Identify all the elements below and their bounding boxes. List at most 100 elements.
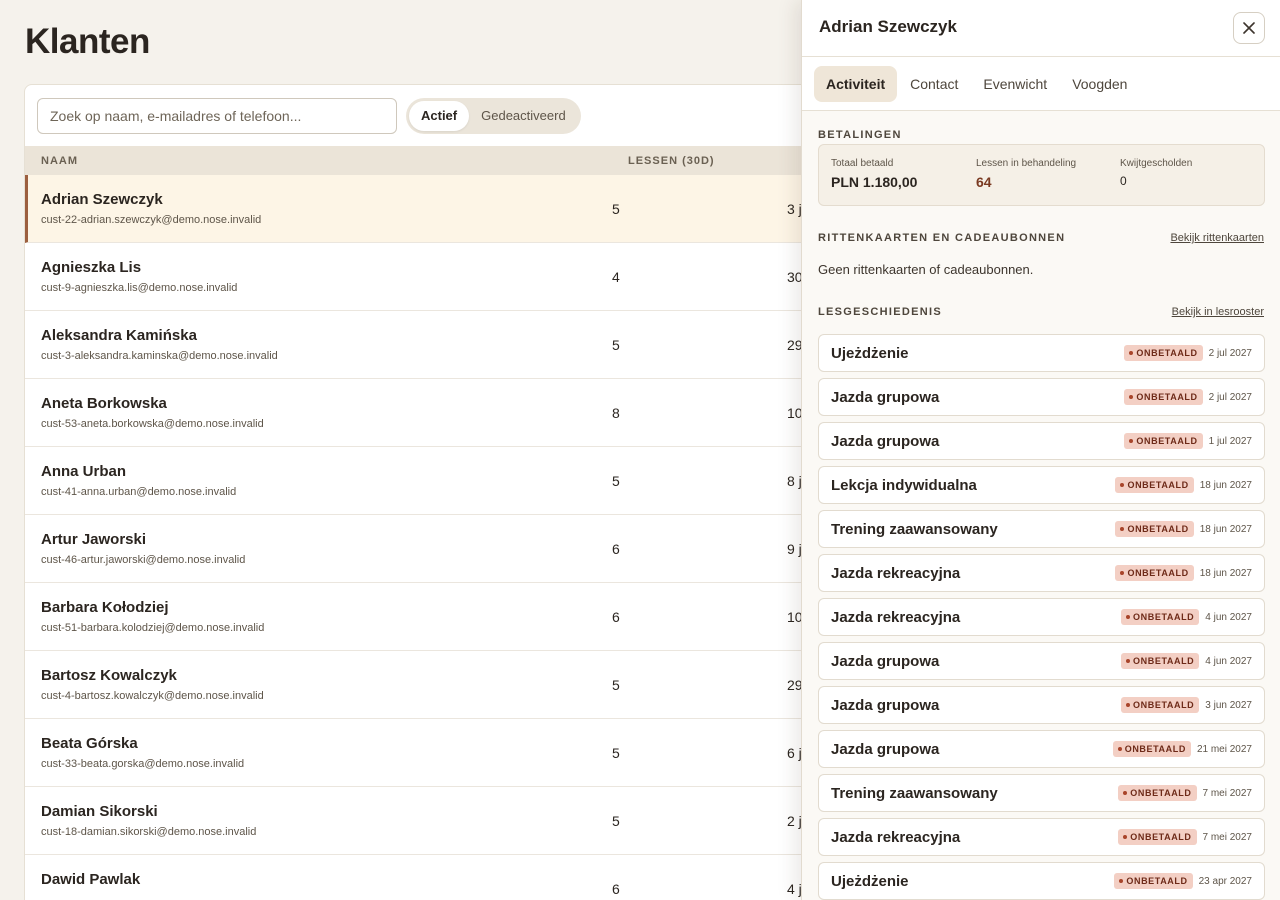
customer-lessons-count: 5 — [612, 201, 620, 217]
close-button[interactable] — [1233, 12, 1265, 44]
column-header-name[interactable]: NAAM — [41, 155, 78, 167]
pending-lessons-value: 64 — [976, 174, 992, 190]
status-dot-icon — [1126, 615, 1131, 619]
table-row[interactable]: Adrian Szewczyk cust-22-adrian.szewczyk@d… — [25, 175, 823, 243]
history-item[interactable]: Ujeżdżenie ONBETAALD 23 apr 2027 — [818, 862, 1265, 900]
status-badge: ONBETAALD — [1114, 873, 1193, 889]
customer-name: Anna Urban — [41, 463, 127, 480]
history-item[interactable]: Jazda grupowa ONBETAALD 3 jun 2027 — [818, 686, 1265, 724]
history-item[interactable]: Jazda grupowa ONBETAALD 2 jul 2027 — [818, 378, 1265, 416]
lesson-name: Jazda grupowa — [831, 653, 940, 670]
table-row[interactable]: Agnieszka Lis cust-9-agnieszka.lis@demo.n… — [25, 243, 823, 311]
customer-name: Aleksandra Kamińska — [41, 327, 197, 344]
waived-label: Kwijtgescholden — [1120, 158, 1193, 169]
history-item[interactable]: Jazda grupowa ONBETAALD 1 jul 2027 — [818, 422, 1265, 460]
history-item[interactable]: Jazda grupowa ONBETAALD 21 mei 2027 — [818, 730, 1265, 768]
customer-name: Dawid Pawlak — [41, 871, 141, 888]
status-dot-icon — [1126, 659, 1131, 663]
status-badge-label: ONBETAALD — [1127, 524, 1189, 534]
table-row[interactable]: Damian Sikorski cust-18-damian.sikorski@d… — [25, 787, 823, 855]
customer-lessons-count: 5 — [612, 337, 620, 353]
payments-summary: Totaal betaald PLN 1.180,00 Lessen in be… — [818, 144, 1265, 206]
history-label: LESGESCHIEDENIS — [818, 306, 943, 318]
waived-value: 0 — [1120, 174, 1127, 188]
lesson-name: Jazda grupowa — [831, 697, 940, 714]
status-badge: ONBETAALD — [1121, 609, 1200, 625]
status-badge-label: ONBETAALD — [1136, 436, 1198, 446]
status-dot-icon — [1129, 351, 1134, 355]
passes-empty-text: Geen rittenkaarten of cadeaubonnen. — [818, 262, 1034, 277]
view-passes-link[interactable]: Bekijk rittenkaarten — [1170, 232, 1264, 244]
customer-name: Damian Sikorski — [41, 803, 158, 820]
lesson-name: Jazda rekreacyjna — [831, 829, 961, 846]
history-item[interactable]: Trening zaawansowany ONBETAALD 7 mei 2027 — [818, 774, 1265, 812]
lesson-date: 7 mei 2027 — [1202, 831, 1252, 843]
status-badge: ONBETAALD — [1115, 565, 1194, 581]
lesson-name: Jazda rekreacyjna — [831, 565, 961, 582]
lesson-date: 7 mei 2027 — [1202, 787, 1252, 799]
total-paid-value: PLN 1.180,00 — [831, 174, 918, 190]
status-badge-label: ONBETAALD — [1130, 788, 1192, 798]
customer-email: cust-46-artur.jaworski@demo.nose.invalid — [41, 554, 246, 566]
customer-last-lesson: 6 j — [787, 745, 802, 761]
status-badge-label: ONBETAALD — [1133, 700, 1195, 710]
page-title: Klanten — [25, 22, 150, 61]
customer-name: Bartosz Kowalczyk — [41, 667, 177, 684]
history-item[interactable]: Trening zaawansowany ONBETAALD 18 jun 2027 — [818, 510, 1265, 548]
customer-list: Adrian Szewczyk cust-22-adrian.szewczyk@d… — [25, 175, 823, 900]
filter-deactivated-button[interactable]: Gedeactiveerd — [469, 101, 578, 131]
table-row[interactable]: Artur Jaworski cust-46-artur.jaworski@dem… — [25, 515, 823, 583]
lesson-date: 18 jun 2027 — [1199, 479, 1252, 491]
total-paid-label: Totaal betaald — [831, 158, 894, 169]
tab-guardians[interactable]: Voogden — [1060, 66, 1139, 102]
tab-balance[interactable]: Evenwicht — [971, 66, 1059, 102]
status-badge-label: ONBETAALD — [1127, 480, 1189, 490]
pending-lessons-label: Lessen in behandeling — [976, 158, 1077, 169]
history-item[interactable]: Jazda rekreacyjna ONBETAALD 4 jun 2027 — [818, 598, 1265, 636]
customer-email: cust-33-beata.gorska@demo.nose.invalid — [41, 758, 245, 770]
lesson-history-list: Ujeżdżenie ONBETAALD 2 jul 2027 Jazda grupo… — [818, 334, 1265, 900]
status-dot-icon — [1129, 395, 1134, 399]
table-row[interactable]: Bartosz Kowalczyk cust-4-bartosz.kowalczy… — [25, 651, 823, 719]
lesson-name: Jazda grupowa — [831, 741, 940, 758]
status-badge: ONBETAALD — [1124, 389, 1203, 405]
status-badge: ONBETAALD — [1118, 785, 1197, 801]
status-badge-label: ONBETAALD — [1133, 612, 1195, 622]
customer-last-lesson: 9 j — [787, 541, 802, 557]
table-row[interactable]: Aleksandra Kamińska cust-3-aleksandra.kam… — [25, 311, 823, 379]
customer-email: cust-3-aleksandra.kaminska@demo.nose.inv… — [41, 350, 278, 362]
table-row[interactable]: Beata Górska cust-33-beata.gorska@demo.no… — [25, 719, 823, 787]
customer-email: cust-4-bartosz.kowalczyk@demo.nose.inval… — [41, 690, 264, 702]
tab-activity[interactable]: Activiteit — [814, 65, 898, 102]
customer-last-lesson: 2 j — [787, 813, 802, 829]
status-badge-label: ONBETAALD — [1133, 656, 1195, 666]
history-item[interactable]: Lekcja indywidualna ONBETAALD 18 jun 2027 — [818, 466, 1265, 504]
history-item[interactable]: Jazda grupowa ONBETAALD 4 jun 2027 — [818, 642, 1265, 680]
drawer-header: Adrian Szewczyk — [802, 0, 1280, 57]
customer-email: cust-41-anna.urban@demo.nose.invalid — [41, 486, 237, 498]
table-row[interactable]: Aneta Borkowska cust-53-aneta.borkowska@d… — [25, 379, 823, 447]
column-header-lessons[interactable]: LESSEN (30D) — [628, 155, 715, 167]
table-row[interactable]: Dawid Pawlak 6 4 j — [25, 855, 823, 900]
customer-last-lesson: 8 j — [787, 473, 802, 489]
customer-name: Barbara Kołodziej — [41, 599, 169, 616]
customer-lessons-count: 6 — [612, 541, 620, 557]
view-schedule-link[interactable]: Bekijk in lesrooster — [1172, 306, 1264, 318]
history-item[interactable]: Jazda rekreacyjna ONBETAALD 18 jun 2027 — [818, 554, 1265, 592]
customer-lessons-count: 6 — [612, 881, 620, 897]
search-input[interactable] — [37, 97, 397, 134]
status-badge-label: ONBETAALD — [1127, 568, 1189, 578]
customer-last-lesson: 4 j — [787, 881, 802, 897]
status-badge-label: ONBETAALD — [1124, 744, 1186, 754]
status-dot-icon — [1120, 483, 1125, 487]
filter-active-button[interactable]: Actief — [409, 100, 470, 131]
lesson-name: Lekcja indywidualna — [831, 477, 977, 494]
table-row[interactable]: Barbara Kołodziej cust-51-barbara.kolodzi… — [25, 583, 823, 651]
status-dot-icon — [1123, 791, 1128, 795]
tab-contact[interactable]: Contact — [898, 66, 970, 102]
history-item[interactable]: Ujeżdżenie ONBETAALD 2 jul 2027 — [818, 334, 1265, 372]
payments-label: BETALINGEN — [818, 129, 902, 141]
history-item[interactable]: Jazda rekreacyjna ONBETAALD 7 mei 2027 — [818, 818, 1265, 856]
customer-email: cust-9-agnieszka.lis@demo.nose.invalid — [41, 282, 238, 294]
table-row[interactable]: Anna Urban cust-41-anna.urban@demo.nose.i… — [25, 447, 823, 515]
